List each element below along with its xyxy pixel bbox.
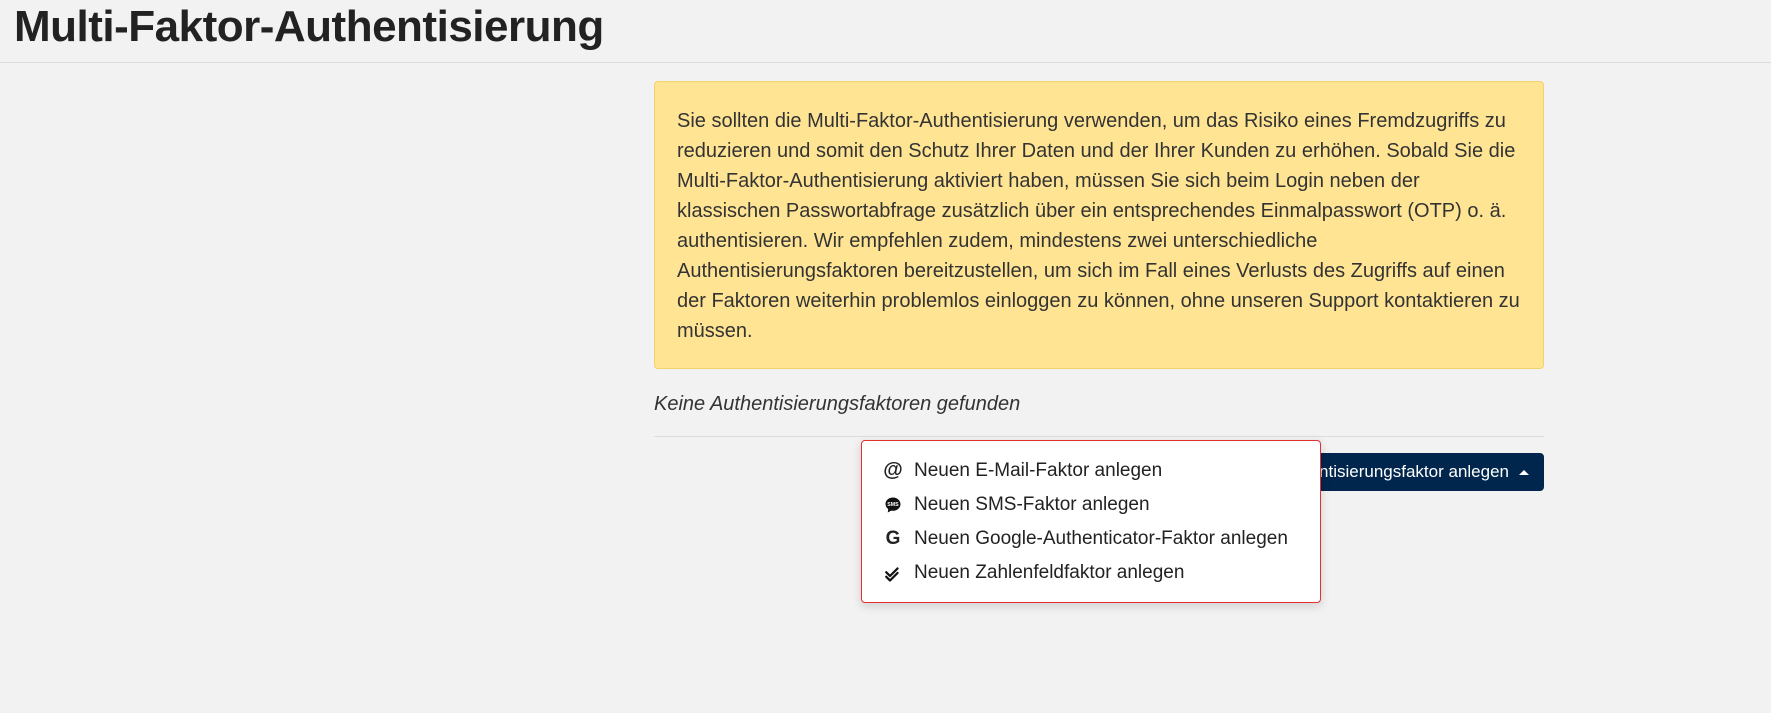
empty-state-message: Keine Authentisierungsfaktoren gefunden [654,393,1544,416]
dropdown-item-label: Neuen E-Mail-Faktor anlegen [914,460,1162,482]
sidebar-spacer [0,63,654,491]
dropdown-item-email[interactable]: @ Neuen E-Mail-Faktor anlegen [862,453,1320,488]
dropdown-item-label: Neuen Google-Authenticator-Faktor anlege… [914,528,1288,550]
svg-text:SMS: SMS [887,502,899,508]
sms-icon: SMS [882,496,904,514]
auth-factor-dropdown: @ Neuen E-Mail-Faktor anlegen SMS Neuen … [861,440,1321,603]
google-icon: G [882,528,904,550]
section-divider [654,436,1544,437]
page-title: Multi-Faktor-Authentisierung [0,0,1771,62]
dropdown-item-numberpad[interactable]: Neuen Zahlenfeldfaktor anlegen [862,556,1320,590]
dropdown-item-label: Neuen SMS-Faktor anlegen [914,494,1150,516]
caret-up-icon [1519,470,1529,475]
double-check-icon [882,564,904,582]
dropdown-item-sms[interactable]: SMS Neuen SMS-Faktor anlegen [862,488,1320,522]
dropdown-item-google-authenticator[interactable]: G Neuen Google-Authenticator-Faktor anle… [862,522,1320,556]
page-body: Sie sollten die Multi-Faktor-Authentisie… [0,63,1771,491]
right-spacer [1544,63,1771,491]
mfa-info-alert: Sie sollten die Multi-Faktor-Authentisie… [654,81,1544,369]
content-column: Sie sollten die Multi-Faktor-Authentisie… [654,63,1544,491]
dropdown-item-label: Neuen Zahlenfeldfaktor anlegen [914,562,1184,584]
at-icon: @ [882,459,904,482]
